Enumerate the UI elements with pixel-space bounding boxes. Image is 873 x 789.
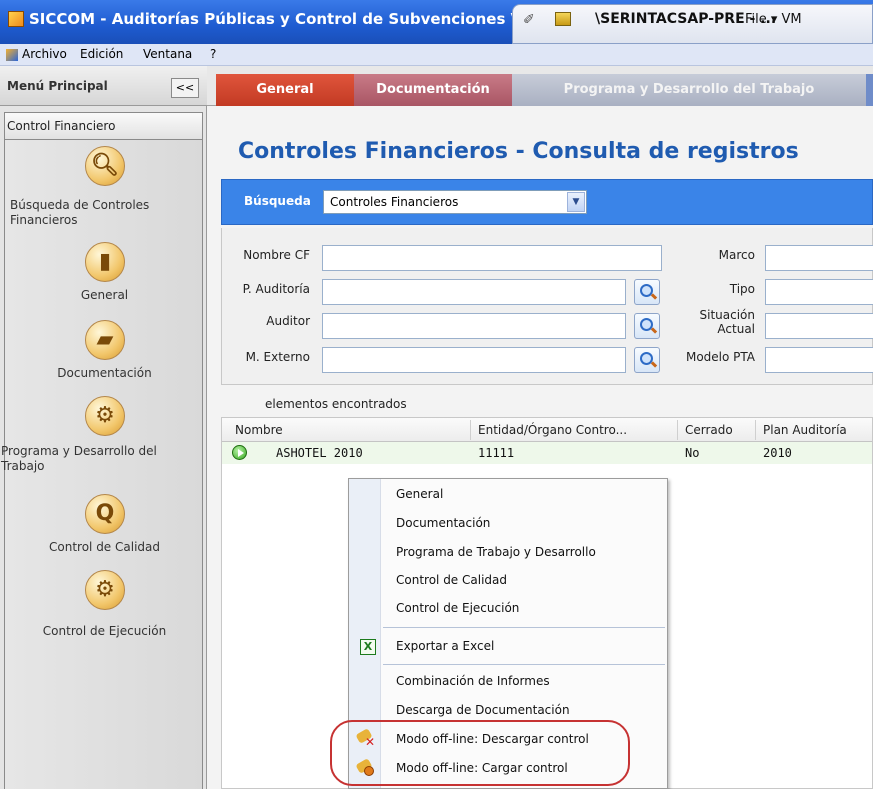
marco-input[interactable] [765,245,873,271]
highlight-annotation [330,720,630,786]
auditor-label: Auditor [266,314,310,328]
m-externo-label: M. Externo [245,350,310,364]
cell-entidad: 11111 [478,446,515,460]
magnifier-icon: 🔍︎ [85,146,125,186]
sidebar-panel: 🔍︎ Búsqueda de Controles Financieros ▮ G… [1,140,204,789]
gears-icon: ⚙ [85,396,125,436]
menu-item-programa[interactable]: Programa de Trabajo y Desarrollo [396,545,596,559]
m-externo-search-button[interactable] [634,347,660,373]
folder-icon: ▰ [85,320,125,360]
app-menu-icon[interactable] [6,49,18,61]
results-count-label: elementos encontrados [265,397,407,411]
chevron-down-icon[interactable]: ▼ [567,192,585,212]
tipo-label: Tipo [729,282,755,296]
main-menu-sidebar: Menú Principal << Control Financiero 🔍︎ … [0,66,207,789]
auditor-search-button[interactable] [634,313,660,339]
m-externo-input[interactable] [322,347,626,373]
tipo-input[interactable] [765,279,873,305]
collapse-sidebar-button[interactable]: << [171,78,199,98]
column-header-entidad[interactable]: Entidad/Órgano Contro... [478,423,627,437]
sidebar-item-general[interactable]: ▮ General [5,242,204,312]
sidebar-section-header[interactable]: Control Financiero [4,112,203,140]
menu-help[interactable]: ? [210,47,216,61]
app-icon [8,11,24,27]
sidebar-item-label: Control de Ejecución [42,624,167,638]
menu-separator [383,627,665,628]
modelo-pta-input[interactable] [765,347,873,373]
nombre-cf-label: Nombre CF [243,248,310,262]
auditor-input[interactable] [322,313,626,339]
sidebar-item-label: Programa y Desarrollo del Trabajo [1,444,157,473]
play-status-icon [232,445,247,460]
menu-ventana[interactable]: Ventana [143,47,192,61]
sidebar-item-busqueda[interactable]: 🔍︎ Búsqueda de Controles Financieros [5,146,204,236]
sidebar-item-label: Control de Calidad [49,540,160,554]
marco-label: Marco [718,248,755,262]
p-auditoria-label: P. Auditoría [242,282,310,296]
menu-item-combinacion[interactable]: Combinación de Informes [396,674,550,688]
cell-cerrado: No [685,446,700,460]
p-auditoria-input[interactable] [322,279,626,305]
column-header-plan[interactable]: Plan Auditoría [763,423,847,437]
window-title: SICCOM - Auditorías Públicas y Control d… [0,8,512,38]
search-bar: Búsqueda Controles Financieros ▼ [221,179,873,225]
menu-edicion[interactable]: Edición [80,47,123,61]
page-title: Controles Financieros - Consulta de regi… [238,139,799,164]
search-type-select[interactable]: Controles Financieros ▼ [323,190,587,214]
menu-item-descarga-doc[interactable]: Descarga de Documentación [396,703,570,717]
menu-item-ejecucion[interactable]: Control de Ejecución [396,601,519,615]
situacion-actual-label: Situación Actual [672,308,756,336]
sidebar-item-ejecucion[interactable]: ⚙ Control de Ejecución [5,570,204,640]
tab-general[interactable]: General [216,74,354,106]
situacion-actual-input[interactable] [765,313,873,339]
filter-form: Nombre CF P. Auditoría Auditor M. Extern… [221,228,873,385]
menu-item-calidad[interactable]: Control de Calidad [396,573,507,587]
menu-archivo[interactable]: Archivo [22,47,67,61]
tab-documentacion[interactable]: Documentación [354,74,512,106]
menu-item-exportar-excel[interactable]: Exportar a Excel [396,639,494,653]
modelo-pta-label: Modelo PTA [685,350,755,364]
sidebar-header: Menú Principal << [0,66,207,106]
search-type-value: Controles Financieros [330,195,459,209]
p-auditoria-search-button[interactable] [634,279,660,305]
file-menu[interactable]: File ▾ VM [745,12,802,27]
nombre-cf-input[interactable] [322,245,662,271]
table-row[interactable]: ASHOTEL 2010 11111 No 2010 [222,442,872,464]
cell-plan: 2010 [763,446,792,460]
sidebar-item-label: General [80,288,129,302]
grid-header: Nombre Entidad/Órgano Contro... Cerrado … [222,418,872,442]
tab-overflow[interactable] [866,74,873,106]
sidebar-item-programa[interactable]: ⚙ Programa y Desarrollo del Trabajo [1,396,204,486]
pin-icon[interactable]: ✐ [523,13,537,27]
sidebar-item-label: Búsqueda de Controles Financieros [10,198,150,227]
sidebar-title: Menú Principal [7,79,108,93]
cell-nombre: ASHOTEL 2010 [276,446,363,460]
quality-q-icon: Q [85,494,125,534]
menu-separator [383,664,665,665]
column-header-nombre[interactable]: Nombre [235,423,283,437]
search-label: Búsqueda [244,194,311,208]
column-header-cerrado[interactable]: Cerrado [685,423,733,437]
menu-bar: Archivo Edición Ventana ? [0,44,873,66]
remote-session-tab[interactable]: ✐ \SERINTACSAP-PRE - ... File ▾ VM [512,4,873,44]
sidebar-item-calidad[interactable]: Q Control de Calidad [5,494,204,564]
excel-icon: X [360,639,376,655]
gears-icon: ⚙ [85,570,125,610]
window-title-text: SICCOM - Auditorías Públicas y Control d… [29,10,512,28]
menu-item-documentacion[interactable]: Documentación [396,516,490,530]
menu-item-general[interactable]: General [396,487,443,501]
chart-icon: ▮ [85,242,125,282]
situacion-label-line2: Actual [717,322,755,336]
module-tabs: General Documentación Programa y Desarro… [207,66,873,106]
tab-programa[interactable]: Programa y Desarrollo del Trabajo [512,74,866,106]
sidebar-item-documentacion[interactable]: ▰ Documentación [5,320,204,390]
sidebar-item-label: Documentación [57,366,152,380]
network-icon [555,12,571,26]
situacion-label-line1: Situación [699,308,756,322]
